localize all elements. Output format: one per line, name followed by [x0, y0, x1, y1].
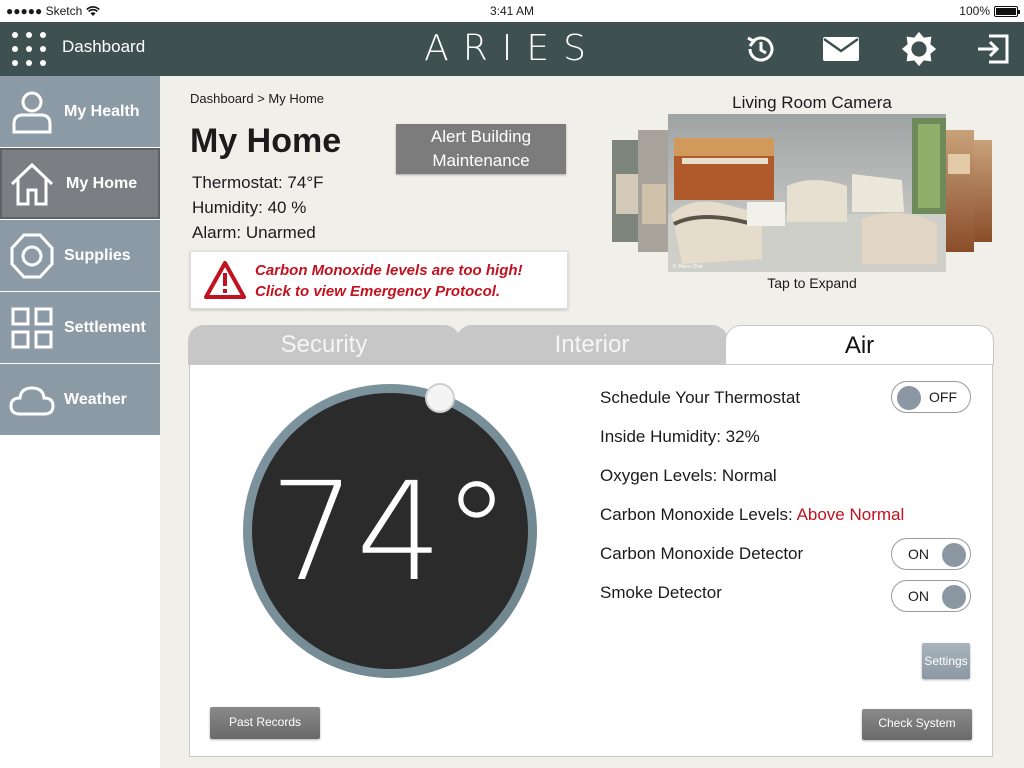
- emergency-alert-banner[interactable]: Carbon Monoxide levels are too high! Cli…: [190, 251, 568, 309]
- battery-fill: [996, 7, 1016, 15]
- sidebar-item-label: My Health: [64, 102, 140, 120]
- co-levels-label-text: Carbon Monoxide Levels:: [600, 505, 797, 524]
- sidebar-item-weather[interactable]: Weather: [0, 364, 160, 435]
- schedule-thermostat-toggle[interactable]: OFF: [891, 381, 971, 413]
- camera-credit: © Mars One: [672, 263, 702, 270]
- tab-air[interactable]: Air: [725, 325, 994, 365]
- tab-interior[interactable]: Interior: [456, 325, 728, 365]
- alert-button-line-1: Alert Building: [430, 127, 532, 146]
- tap-to-expand-hint: Tap to Expand: [767, 275, 857, 291]
- battery-percent: 100%: [959, 4, 990, 18]
- toggle-state: ON: [908, 588, 929, 604]
- sidebar-item-label: My Home: [66, 174, 138, 192]
- schedule-thermostat-label: Schedule Your Thermostat: [600, 388, 801, 407]
- toggle-knob: [897, 386, 921, 410]
- sidebar-item-my-home[interactable]: My Home: [0, 148, 160, 219]
- tab-bar: Security Interior Air: [188, 325, 994, 365]
- alert-button-line-2: Maintenance: [432, 151, 530, 170]
- temperature-readout: 74°: [269, 454, 510, 612]
- inside-humidity-label: Inside Humidity: 32%: [600, 427, 760, 446]
- alert-building-maintenance-button[interactable]: Alert Building Maintenance: [396, 124, 566, 174]
- status-bar: ●●●●● Sketch 3:41 AM 100%: [0, 0, 1024, 22]
- co-levels-value: Above Normal: [796, 505, 905, 524]
- grid-icon: [11, 307, 53, 349]
- settings-button[interactable]: Settings: [922, 643, 970, 679]
- toggle-knob: [942, 585, 966, 609]
- sidebar-item-supplies[interactable]: Supplies: [0, 220, 160, 291]
- sidebar-item-settlement[interactable]: Settlement: [0, 292, 160, 363]
- battery-info: 100%: [959, 4, 1020, 18]
- carbon-monoxide-levels-label: Carbon Monoxide Levels: Above Normal: [600, 505, 904, 525]
- home-stats: Thermostat: 74°F Humidity: 40 % Alarm: U…: [192, 170, 324, 245]
- check-system-button[interactable]: Check System: [862, 709, 972, 740]
- warning-message-line-1: Carbon Monoxide levels are too high!: [255, 262, 523, 279]
- status-time: 3:41 AM: [489, 4, 535, 18]
- sidebar-item-label: Settlement: [64, 318, 146, 336]
- alarm-status: Alarm: Unarmed: [192, 223, 316, 242]
- living-room-camera-feed[interactable]: © Mars One: [612, 114, 992, 274]
- smoke-detector-label: Smoke Detector: [600, 583, 722, 602]
- home-icon: [10, 162, 54, 206]
- cloud-icon: [9, 386, 55, 416]
- history-icon[interactable]: [742, 30, 780, 68]
- page-title: My Home: [190, 122, 342, 160]
- tab-security[interactable]: Security: [188, 325, 460, 365]
- app-header: Dashboard ARIES: [0, 22, 1024, 76]
- settings-gear-icon[interactable]: [900, 30, 938, 68]
- sidebar-item-label: Supplies: [64, 246, 131, 264]
- warning-icon: [204, 261, 246, 299]
- toggle-knob: [942, 543, 966, 567]
- toggle-state: ON: [908, 546, 929, 562]
- supplies-icon: [10, 233, 54, 279]
- mail-icon[interactable]: [822, 30, 860, 68]
- app-logo: ARIES: [424, 28, 600, 69]
- sidebar-item-label: Weather: [64, 390, 127, 408]
- person-icon: [12, 91, 52, 134]
- thermostat-reading: Thermostat: 74°F: [192, 173, 324, 192]
- sidebar-nav: My Health My Home Supplies Settlement We…: [0, 76, 160, 768]
- co-detector-label: Carbon Monoxide Detector: [600, 544, 804, 563]
- past-records-button[interactable]: Past Records: [210, 707, 320, 739]
- breadcrumb: Dashboard > My Home: [190, 91, 325, 106]
- logout-icon[interactable]: [974, 30, 1012, 68]
- dial-handle[interactable]: [425, 383, 455, 413]
- smoke-detector-toggle[interactable]: ON: [891, 580, 971, 612]
- sidebar-item-my-health[interactable]: My Health: [0, 76, 160, 147]
- toggle-state: OFF: [929, 389, 957, 405]
- oxygen-levels-label: Oxygen Levels: Normal: [600, 466, 777, 485]
- co-detector-toggle[interactable]: ON: [891, 538, 971, 570]
- warning-message-line-2: Click to view Emergency Protocol.: [255, 283, 501, 300]
- battery-icon: [994, 5, 1020, 17]
- camera-title: Living Room Camera: [732, 93, 892, 112]
- humidity-reading: Humidity: 40 %: [192, 198, 307, 217]
- thermostat-dial[interactable]: 74°: [236, 381, 544, 681]
